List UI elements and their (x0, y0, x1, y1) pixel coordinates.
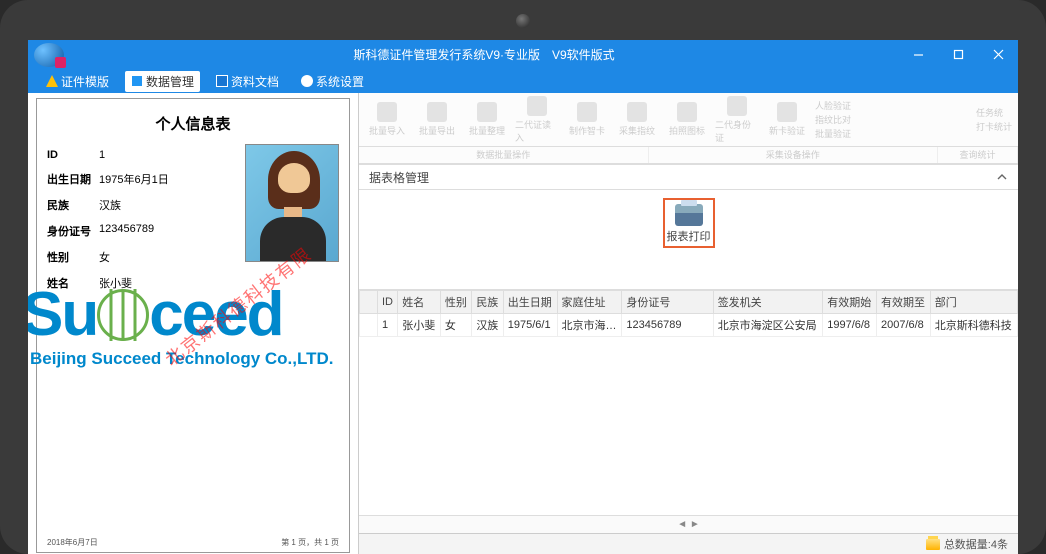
field-value-idno: 123456789 (99, 223, 235, 239)
col-name[interactable]: 姓名 (398, 291, 441, 314)
sort-icon (477, 102, 497, 122)
menu-bar: 证件模版 数据管理 资料文档 系统设置 (28, 69, 1018, 93)
col-issuer[interactable]: 签发机关 (713, 291, 823, 314)
verify-icon (777, 102, 797, 122)
menu-data-manage[interactable]: 数据管理 (125, 71, 200, 92)
pager-bar[interactable]: ◄ ► (359, 515, 1018, 533)
tablet-frame: 斯科德证件管理发行系统V9·专业版 V9软件版式 证件模版 数据管理 资料文档 … (0, 0, 1046, 554)
status-total: 总数据量:4条 (944, 536, 1008, 552)
doc-footer-date: 2018年6月7日 (47, 537, 98, 548)
field-label-dob: 出生日期 (47, 171, 99, 187)
ribbon-batch-import[interactable]: 批量导入 (365, 96, 409, 144)
id2-icon (727, 96, 747, 116)
section-header: 据表格管理 (359, 164, 1018, 190)
table-row[interactable]: 1 张小斐 女 汉族 1975/6/1 北京市海… 123456789 北京市海… (360, 314, 1018, 337)
camera-icon (677, 102, 697, 122)
col-valid-from[interactable]: 有效期始 (823, 291, 877, 314)
ribbon-group-query: 查询统计 (938, 147, 1018, 163)
ribbon-idcard-read[interactable]: 二代证读入 (515, 96, 559, 144)
ribbon-stats-group: 任务统 打卡统计 (976, 106, 1012, 133)
ribbon-group-batch: 数据批量操作 (359, 147, 649, 163)
field-value-ethnic: 汉族 (99, 197, 235, 213)
ribbon-group-device: 采集设备操作 (649, 147, 939, 163)
data-table[interactable]: ID 姓名 性别 民族 出生日期 家庭住址 身份证号 签发机关 有效期始 有效期… (359, 290, 1018, 337)
document-page: 个人信息表 ID1 出生日期1975年6月1日 民族汉族 身份证号1234567… (36, 98, 350, 553)
report-print-button[interactable]: 报表打印 (663, 198, 715, 248)
field-label-name: 姓名 (47, 275, 99, 291)
app-window: 斯科德证件管理发行系统V9·专业版 V9软件版式 证件模版 数据管理 资料文档 … (28, 40, 1018, 554)
id-photo (245, 144, 339, 262)
status-bar: 总数据量:4条 (359, 533, 1018, 554)
col-address[interactable]: 家庭住址 (557, 291, 622, 314)
ribbon-id2[interactable]: 二代身份证 (715, 96, 759, 144)
title-bar: 斯科德证件管理发行系统V9·专业版 V9软件版式 (28, 40, 1018, 69)
window-title: 斯科德证件管理发行系统V9·专业版 V9软件版式 (70, 46, 898, 63)
data-grid: ID 姓名 性别 民族 出生日期 家庭住址 身份证号 签发机关 有效期始 有效期… (359, 290, 1018, 533)
col-rowhdr (360, 291, 378, 314)
col-dob[interactable]: 出生日期 (503, 291, 557, 314)
idread-icon (527, 96, 547, 116)
ribbon-make-card[interactable]: 制作智卡 (565, 96, 609, 144)
row-selector[interactable] (360, 314, 378, 337)
ribbon-batch-export[interactable]: 批量导出 (415, 96, 459, 144)
field-list: ID1 出生日期1975年6月1日 民族汉族 身份证号123456789 性别女… (47, 144, 235, 296)
records-icon (926, 539, 940, 550)
import-icon (377, 102, 397, 122)
ribbon-batch-sort[interactable]: 批量整理 (465, 96, 509, 144)
ribbon-verify-group: 人脸验证 指纹比对 批量验证 (815, 99, 851, 140)
field-label-ethnic: 民族 (47, 197, 99, 213)
card-icon (577, 102, 597, 122)
field-value-sex: 女 (99, 249, 235, 265)
fingerprint-icon (627, 102, 647, 122)
tablet-camera (516, 14, 530, 28)
content-area: 个人信息表 ID1 出生日期1975年6月1日 民族汉族 身份证号1234567… (28, 93, 1018, 554)
template-icon (46, 75, 58, 87)
ribbon-newcard-verify[interactable]: 新卡验证 (765, 96, 809, 144)
menu-template[interactable]: 证件模版 (40, 71, 115, 92)
field-value-name: 张小斐 (99, 275, 235, 291)
close-button[interactable] (978, 40, 1018, 69)
field-value-dob: 1975年6月1日 (99, 171, 235, 187)
col-sex[interactable]: 性别 (440, 291, 471, 314)
ribbon-fingerprint[interactable]: 采集指纹 (615, 96, 659, 144)
col-valid-to[interactable]: 有效期至 (876, 291, 930, 314)
print-zone: 报表打印 (359, 190, 1018, 290)
printer-icon (675, 204, 703, 226)
maximize-button[interactable] (938, 40, 978, 69)
field-value-id: 1 (99, 149, 235, 161)
col-dept[interactable]: 部门 (930, 291, 1017, 314)
window-controls (898, 40, 1018, 69)
col-ethnic[interactable]: 民族 (472, 291, 503, 314)
menu-settings[interactable]: 系统设置 (295, 71, 370, 92)
col-id[interactable]: ID (378, 291, 398, 314)
export-icon (427, 102, 447, 122)
minimize-button[interactable] (898, 40, 938, 69)
ribbon-toolbar: 批量导入 批量导出 批量整理 二代证读入 制作智卡 采集指纹 拍照图标 二代身份… (359, 93, 1018, 147)
field-label-id: ID (47, 149, 99, 161)
menu-documents[interactable]: 资料文档 (210, 71, 285, 92)
data-icon (131, 75, 143, 87)
section-title: 据表格管理 (369, 169, 429, 186)
ribbon-group-labels: 数据批量操作 采集设备操作 查询统计 (359, 147, 1018, 164)
ribbon-camera[interactable]: 拍照图标 (665, 96, 709, 144)
preview-pane: 个人信息表 ID1 出生日期1975年6月1日 民族汉族 身份证号1234567… (28, 93, 359, 554)
doc-footer-page: 第 1 页，共 1 页 (281, 537, 339, 548)
field-label-sex: 性别 (47, 249, 99, 265)
table-header-row: ID 姓名 性别 民族 出生日期 家庭住址 身份证号 签发机关 有效期始 有效期… (360, 291, 1018, 314)
collapse-chevron-icon[interactable] (996, 171, 1008, 183)
field-label-idno: 身份证号 (47, 223, 99, 239)
col-idno[interactable]: 身份证号 (622, 291, 713, 314)
right-pane: 批量导入 批量导出 批量整理 二代证读入 制作智卡 采集指纹 拍照图标 二代身份… (359, 93, 1018, 554)
gear-icon (301, 75, 313, 87)
docs-icon (216, 75, 228, 87)
app-logo-icon (34, 43, 64, 67)
doc-title: 个人信息表 (47, 113, 339, 134)
